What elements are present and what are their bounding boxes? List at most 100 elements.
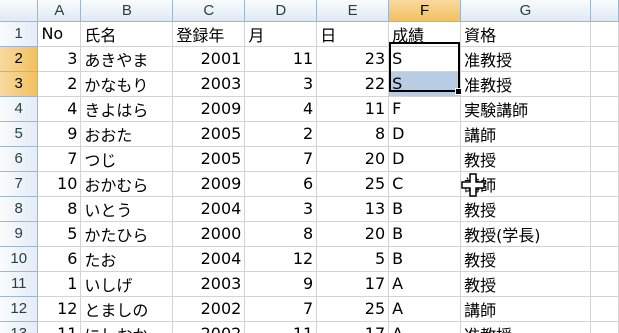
spreadsheet-grid[interactable]: ABCDEFG 1 No 氏名 登録年月日成績 資格 2 3 あきやま 2001 11 23 S 准教授… [0, 0, 619, 333]
cell-empty[interactable] [590, 146, 619, 172]
cell-c6[interactable]: 2005 [172, 146, 246, 172]
cell-a7[interactable]: 10 [37, 171, 82, 197]
cell-e11[interactable]: 17 [316, 271, 390, 297]
cell-e13[interactable]: 17 [316, 321, 390, 333]
cell-g13[interactable]: 准教授 [460, 321, 591, 333]
column-header-overflow[interactable] [590, 0, 619, 22]
cell-a5[interactable]: 9 [37, 121, 82, 147]
cell-c9[interactable]: 2000 [172, 221, 246, 247]
cell-c3[interactable]: 2003 [172, 71, 246, 97]
column-header-b[interactable]: B [80, 0, 174, 22]
cell-empty[interactable] [590, 71, 619, 97]
cell-f8[interactable]: B [388, 196, 462, 222]
cell-b11[interactable]: いしげ [80, 271, 174, 297]
cell-a12[interactable]: 12 [37, 296, 82, 322]
cell-g12[interactable]: 講師 [460, 296, 591, 322]
row-header[interactable]: 2 [0, 46, 39, 72]
cell-g11[interactable]: 教授 [460, 271, 591, 297]
cell-d1[interactable]: 月 [244, 21, 318, 47]
cell-g10[interactable]: 教授 [460, 246, 591, 272]
row-header[interactable]: 10 [0, 246, 39, 272]
cell-c4[interactable]: 2009 [172, 96, 246, 122]
cell-e7[interactable]: 25 [316, 171, 390, 197]
cell-f4[interactable]: F [388, 96, 462, 122]
cell-a1[interactable]: No [37, 21, 82, 47]
cell-g4[interactable]: 実験講師 [460, 96, 591, 122]
cell-empty[interactable] [590, 221, 619, 247]
cell-b9[interactable]: かたひら [80, 221, 174, 247]
cell-f10[interactable]: B [388, 246, 462, 272]
cell-e8[interactable]: 13 [316, 196, 390, 222]
cell-b10[interactable]: たお [80, 246, 174, 272]
row-header[interactable]: 4 [0, 96, 39, 122]
cell-d5[interactable]: 2 [244, 121, 318, 147]
cell-f11[interactable]: A [388, 271, 462, 297]
cell-empty[interactable] [590, 296, 619, 322]
cell-c13[interactable]: 2002 [172, 321, 246, 333]
cell-empty[interactable] [590, 46, 619, 72]
cell-c1[interactable]: 登録年 [172, 21, 246, 47]
cell-empty[interactable] [590, 96, 619, 122]
row-header[interactable]: 1 [0, 21, 39, 47]
cell-f5[interactable]: D [388, 121, 462, 147]
cell-empty[interactable] [590, 121, 619, 147]
cell-a8[interactable]: 8 [37, 196, 82, 222]
cell-a3[interactable]: 2 [37, 71, 82, 97]
column-header-f[interactable]: F [388, 0, 462, 22]
cell-empty[interactable] [590, 196, 619, 222]
cell-b13[interactable]: にしおか [80, 321, 174, 333]
cell-empty[interactable] [590, 246, 619, 272]
row-header[interactable]: 3 [0, 71, 39, 97]
cell-f6[interactable]: D [388, 146, 462, 172]
cell-c12[interactable]: 2002 [172, 296, 246, 322]
row-header[interactable]: 12 [0, 296, 39, 322]
row-header[interactable]: 11 [0, 271, 39, 297]
cell-d8[interactable]: 3 [244, 196, 318, 222]
cell-b5[interactable]: おおた [80, 121, 174, 147]
cell-e6[interactable]: 20 [316, 146, 390, 172]
cell-d11[interactable]: 9 [244, 271, 318, 297]
cell-c11[interactable]: 2003 [172, 271, 246, 297]
cell-b2[interactable]: あきやま [80, 46, 174, 72]
cell-g8[interactable]: 教授 [460, 196, 591, 222]
cell-g2[interactable]: 准教授 [460, 46, 591, 72]
cell-d13[interactable]: 11 [244, 321, 318, 333]
cell-g9[interactable]: 教授(学長) [460, 221, 591, 247]
cell-e5[interactable]: 8 [316, 121, 390, 147]
cell-e3[interactable]: 22 [316, 71, 390, 97]
cell-d6[interactable]: 7 [244, 146, 318, 172]
cell-a9[interactable]: 5 [37, 221, 82, 247]
cell-b3[interactable]: かなもり [80, 71, 174, 97]
cell-e9[interactable]: 20 [316, 221, 390, 247]
cell-f9[interactable]: B [388, 221, 462, 247]
cell-a13[interactable]: 11 [37, 321, 82, 333]
cell-d9[interactable]: 8 [244, 221, 318, 247]
cell-f2[interactable]: S [388, 46, 462, 72]
cell-g1[interactable]: 資格 [460, 21, 591, 47]
cell-c7[interactable]: 2009 [172, 171, 246, 197]
cell-g3[interactable]: 准教授 [460, 71, 591, 97]
cell-b7[interactable]: おかむら [80, 171, 174, 197]
cell-d7[interactable]: 6 [244, 171, 318, 197]
cell-c2[interactable]: 2001 [172, 46, 246, 72]
cell-f12[interactable]: A [388, 296, 462, 322]
cell-e1[interactable]: 日 [316, 21, 390, 47]
cell-g5[interactable]: 講師 [460, 121, 591, 147]
cell-g6[interactable]: 教授 [460, 146, 591, 172]
cell-e12[interactable]: 25 [316, 296, 390, 322]
cell-c10[interactable]: 2004 [172, 246, 246, 272]
row-header[interactable]: 7 [0, 171, 39, 197]
column-header-e[interactable]: E [316, 0, 390, 22]
cell-a6[interactable]: 7 [37, 146, 82, 172]
cell-b8[interactable]: いとう [80, 196, 174, 222]
cell-e10[interactable]: 5 [316, 246, 390, 272]
cell-empty[interactable] [590, 271, 619, 297]
cell-a4[interactable]: 4 [37, 96, 82, 122]
column-header-g[interactable]: G [460, 0, 591, 22]
column-header-d[interactable]: D [244, 0, 318, 22]
cell-b1[interactable]: 氏名 [80, 21, 174, 47]
cell-a10[interactable]: 6 [37, 246, 82, 272]
cell-a2[interactable]: 3 [37, 46, 82, 72]
cell-d3[interactable]: 3 [244, 71, 318, 97]
cell-f1[interactable]: 成績 [388, 21, 462, 47]
